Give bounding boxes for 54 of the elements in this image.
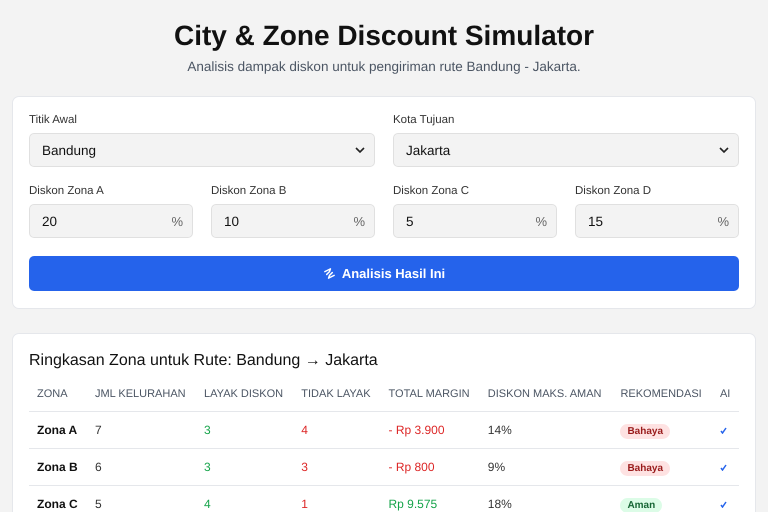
table-cell: 4	[204, 497, 211, 511]
column-header: REKOMENDASI	[620, 388, 702, 400]
discount-input[interactable]: 20 %	[29, 204, 193, 238]
margin-value: - Rp 800	[388, 460, 435, 474]
check-icon[interactable]	[720, 427, 727, 434]
margin-value: Rp 9.575	[388, 497, 438, 511]
percent-unit: %	[353, 214, 365, 228]
discount-input[interactable]: 5 %	[393, 204, 557, 238]
field-label: Diskon Zona D	[575, 185, 652, 197]
check-icon[interactable]	[720, 501, 727, 508]
field-label: Titik Awal	[29, 114, 78, 126]
column-header: TOTAL MARGIN	[388, 388, 470, 400]
recommendation-badge: Bahaya	[620, 424, 670, 439]
column-header: AI	[720, 388, 730, 400]
column-header: ZONA	[37, 388, 68, 400]
table-cell: 9%	[488, 460, 506, 474]
select-field[interactable]: Bandung	[29, 133, 375, 167]
select-field[interactable]: Jakarta	[393, 133, 739, 167]
discount-input[interactable]: 15 %	[575, 204, 739, 238]
table-cell: 18%	[488, 497, 512, 511]
field-label: Diskon Zona A	[29, 185, 105, 197]
summary-title: Ringkasan Zona untuk Rute: Bandung → Jakarta	[29, 352, 379, 370]
zone-name: Zona B	[37, 460, 78, 474]
table-cell: 3	[204, 423, 211, 437]
margin-value: - Rp 3.900	[388, 423, 445, 437]
field-label: Diskon Zona C	[393, 185, 470, 197]
field-label: Kota Tujuan	[393, 114, 456, 126]
column-header: DISKON MAKS. AMAN	[488, 388, 602, 400]
zone-name: Zona A	[37, 423, 78, 437]
chevron-down-icon	[355, 146, 365, 154]
percent-unit: %	[717, 214, 729, 228]
table-cell: 6	[94, 460, 102, 474]
table-cell: 1	[301, 497, 308, 511]
chevron-down-icon	[719, 146, 729, 154]
page-title: City & Zone Discount Simulator	[172, 19, 596, 53]
analyze-button[interactable]: Analisis Hasil Ini	[29, 256, 739, 291]
field-label: Diskon Zona B	[211, 185, 288, 197]
check-icon[interactable]	[720, 464, 727, 471]
percent-unit: %	[171, 214, 183, 228]
table-cell: 7	[94, 423, 102, 437]
table-cell: 4	[301, 423, 308, 437]
page-subtitle: Analisis dampak diskon untuk pengiriman rute Bandung - Jakarta.	[186, 59, 582, 74]
table-cell: 3	[301, 460, 308, 474]
table-cell: 14%	[488, 423, 512, 437]
column-header: LAYAK DISKON	[204, 388, 284, 400]
table-cell: 5	[94, 497, 102, 511]
recommendation-badge: Aman	[620, 498, 662, 512]
percent-unit: %	[535, 214, 547, 228]
recommendation-badge: Bahaya	[620, 461, 670, 476]
discount-input[interactable]: 10 %	[211, 204, 375, 238]
table-cell: 3	[204, 460, 211, 474]
zone-name: Zona C	[37, 497, 78, 511]
column-header: TIDAK LAYAK	[301, 388, 371, 400]
column-header: JML KELURAHAN	[94, 388, 186, 400]
